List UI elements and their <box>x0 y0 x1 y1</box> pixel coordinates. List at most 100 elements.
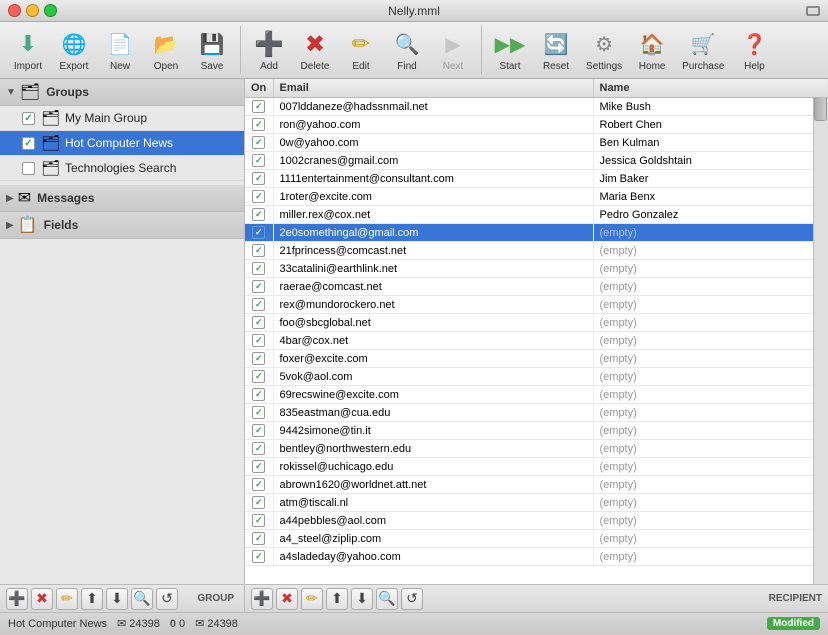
toolbar-find[interactable]: 🔍 Find <box>385 26 429 74</box>
table-row[interactable]: ✓0w@yahoo.comBen Kulman <box>245 134 828 152</box>
toolbar-settings[interactable]: ⚙ Settings <box>580 26 628 74</box>
window-controls[interactable] <box>8 4 57 17</box>
table-row[interactable]: ✓1002cranes@gmail.comJessica Goldshtain <box>245 152 828 170</box>
maximize-button[interactable] <box>44 4 57 17</box>
table-row[interactable]: ✓a4sladeday@yahoo.com(empty) <box>245 548 828 566</box>
row-checkbox[interactable]: ✓ <box>252 424 265 437</box>
row-checkbox[interactable]: ✓ <box>252 154 265 167</box>
row-checkbox[interactable]: ✓ <box>252 406 265 419</box>
move-up-recipient-button[interactable]: ⬆ <box>326 588 348 610</box>
edit-group-button[interactable]: ✏ <box>56 588 78 610</box>
move-down-recipient-button[interactable]: ⬇ <box>351 588 373 610</box>
row-checkbox[interactable]: ✓ <box>252 118 265 131</box>
table-wrapper[interactable]: On Email Name ✓007lddaneze@hadssnmail.ne… <box>245 79 828 584</box>
toolbar-export[interactable]: 🌐 Export <box>52 26 96 74</box>
table-row[interactable]: ✓atm@tiscali.nl(empty) <box>245 494 828 512</box>
row-checkbox[interactable]: ✓ <box>252 280 265 293</box>
toolbar-home[interactable]: 🏠 Home <box>630 26 674 74</box>
table-row[interactable]: ✓raerae@comcast.net(empty) <box>245 278 828 296</box>
row-checkbox[interactable]: ✓ <box>252 388 265 401</box>
table-row[interactable]: ✓a44pebbles@aol.com(empty) <box>245 512 828 530</box>
toolbar-start[interactable]: ▶▶ Start <box>488 26 532 74</box>
table-row[interactable]: ✓abrown1620@worldnet.att.net(empty) <box>245 476 828 494</box>
remove-recipient-button[interactable]: ✖ <box>276 588 298 610</box>
row-checkbox[interactable]: ✓ <box>252 136 265 149</box>
technologies-search-checkbox[interactable] <box>22 162 35 175</box>
row-checkbox[interactable]: ✓ <box>252 370 265 383</box>
col-name-header[interactable]: Name <box>593 79 828 98</box>
row-checkbox[interactable]: ✓ <box>252 172 265 185</box>
toolbar-delete[interactable]: ✖ Delete <box>293 26 337 74</box>
resize-control[interactable] <box>806 6 820 16</box>
toolbar-purchase[interactable]: 🛒 Purchase <box>676 26 730 74</box>
toolbar-edit[interactable]: ✏ Edit <box>339 26 383 74</box>
table-row[interactable]: ✓2e0somethingal@gmail.com(empty) <box>245 224 828 242</box>
row-checkbox[interactable]: ✓ <box>252 460 265 473</box>
close-button[interactable] <box>8 4 21 17</box>
row-checkbox[interactable]: ✓ <box>252 532 265 545</box>
toolbar-reset[interactable]: 🔄 Reset <box>534 26 578 74</box>
table-row[interactable]: ✓bentley@northwestern.edu(empty) <box>245 440 828 458</box>
table-row[interactable]: ✓rex@mundorockero.net(empty) <box>245 296 828 314</box>
row-checkbox[interactable]: ✓ <box>252 298 265 311</box>
toolbar-add[interactable]: ➕ Add <box>247 26 291 74</box>
row-checkbox[interactable]: ✓ <box>252 316 265 329</box>
hot-computer-news-checkbox[interactable] <box>22 137 35 150</box>
row-checkbox[interactable]: ✓ <box>252 442 265 455</box>
table-row[interactable]: ✓4bar@cox.net(empty) <box>245 332 828 350</box>
row-checkbox[interactable]: ✓ <box>252 244 265 257</box>
messages-section-header[interactable]: ▶ ✉ Messages <box>0 185 244 212</box>
table-row[interactable]: ✓1roter@excite.comMaria Benx <box>245 188 828 206</box>
my-main-group-checkbox[interactable] <box>22 112 35 125</box>
table-row[interactable]: ✓1111entertainment@consultant.comJim Bak… <box>245 170 828 188</box>
toolbar-save[interactable]: 💾 Save <box>190 26 234 74</box>
move-up-group-button[interactable]: ⬆ <box>81 588 103 610</box>
row-checkbox[interactable]: ✓ <box>252 208 265 221</box>
fields-section-header[interactable]: ▶ 📋 Fields <box>0 212 244 239</box>
sidebar-item-technologies-search[interactable]: 🗂 Technologies Search <box>0 156 244 181</box>
table-row[interactable]: ✓21fprincess@comcast.net(empty) <box>245 242 828 260</box>
add-group-button[interactable]: ➕ <box>6 588 28 610</box>
col-email-header[interactable]: Email <box>273 79 593 98</box>
table-row[interactable]: ✓miller.rex@cox.netPedro Gonzalez <box>245 206 828 224</box>
toolbar-help[interactable]: ❓ Help <box>732 26 776 74</box>
search-recipient-button[interactable]: 🔍 <box>376 588 398 610</box>
remove-group-button[interactable]: ✖ <box>31 588 53 610</box>
toolbar-new[interactable]: 📄 New <box>98 26 142 74</box>
row-checkbox[interactable]: ✓ <box>252 190 265 203</box>
refresh-group-button[interactable]: ↺ <box>156 588 178 610</box>
row-checkbox[interactable]: ✓ <box>252 334 265 347</box>
scrollbar-track[interactable] <box>813 79 828 584</box>
minimize-button[interactable] <box>26 4 39 17</box>
sidebar-item-hot-computer-news[interactable]: 🗂 Hot Computer News <box>0 131 244 156</box>
toolbar-import[interactable]: ⬇ Import <box>6 26 50 74</box>
refresh-recipient-button[interactable]: ↺ <box>401 588 423 610</box>
row-checkbox[interactable]: ✓ <box>252 514 265 527</box>
edit-recipient-button[interactable]: ✏ <box>301 588 323 610</box>
table-row[interactable]: ✓a4_steel@ziplip.com(empty) <box>245 530 828 548</box>
row-checkbox[interactable]: ✓ <box>252 550 265 563</box>
table-row[interactable]: ✓69recswine@excite.com(empty) <box>245 386 828 404</box>
row-checkbox[interactable]: ✓ <box>252 262 265 275</box>
table-row[interactable]: ✓foxer@excite.com(empty) <box>245 350 828 368</box>
table-row[interactable]: ✓33catalini@earthlink.net(empty) <box>245 260 828 278</box>
row-checkbox[interactable]: ✓ <box>252 352 265 365</box>
row-checkbox[interactable]: ✓ <box>252 478 265 491</box>
row-checkbox[interactable]: ✓ <box>252 226 265 239</box>
table-row[interactable]: ✓5vok@aol.com(empty) <box>245 368 828 386</box>
groups-section-header[interactable]: ▼ 🗂 Groups <box>0 79 244 106</box>
search-group-button[interactable]: 🔍 <box>131 588 153 610</box>
sidebar-item-my-main-group[interactable]: 🗂 My Main Group <box>0 106 244 131</box>
add-recipient-button[interactable]: ➕ <box>251 588 273 610</box>
table-row[interactable]: ✓835eastman@cua.edu(empty) <box>245 404 828 422</box>
table-row[interactable]: ✓ron@yahoo.comRobert Chen <box>245 116 828 134</box>
toolbar-next[interactable]: ▶ Next <box>431 26 475 74</box>
table-row[interactable]: ✓007lddaneze@hadssnmail.netMike Bush <box>245 98 828 116</box>
table-row[interactable]: ✓9442simone@tin.it(empty) <box>245 422 828 440</box>
row-checkbox[interactable]: ✓ <box>252 496 265 509</box>
move-down-group-button[interactable]: ⬇ <box>106 588 128 610</box>
table-row[interactable]: ✓foo@sbcglobal.net(empty) <box>245 314 828 332</box>
row-checkbox[interactable]: ✓ <box>252 100 265 113</box>
table-row[interactable]: ✓rokissel@uchicago.edu(empty) <box>245 458 828 476</box>
toolbar-open[interactable]: 📂 Open <box>144 26 188 74</box>
